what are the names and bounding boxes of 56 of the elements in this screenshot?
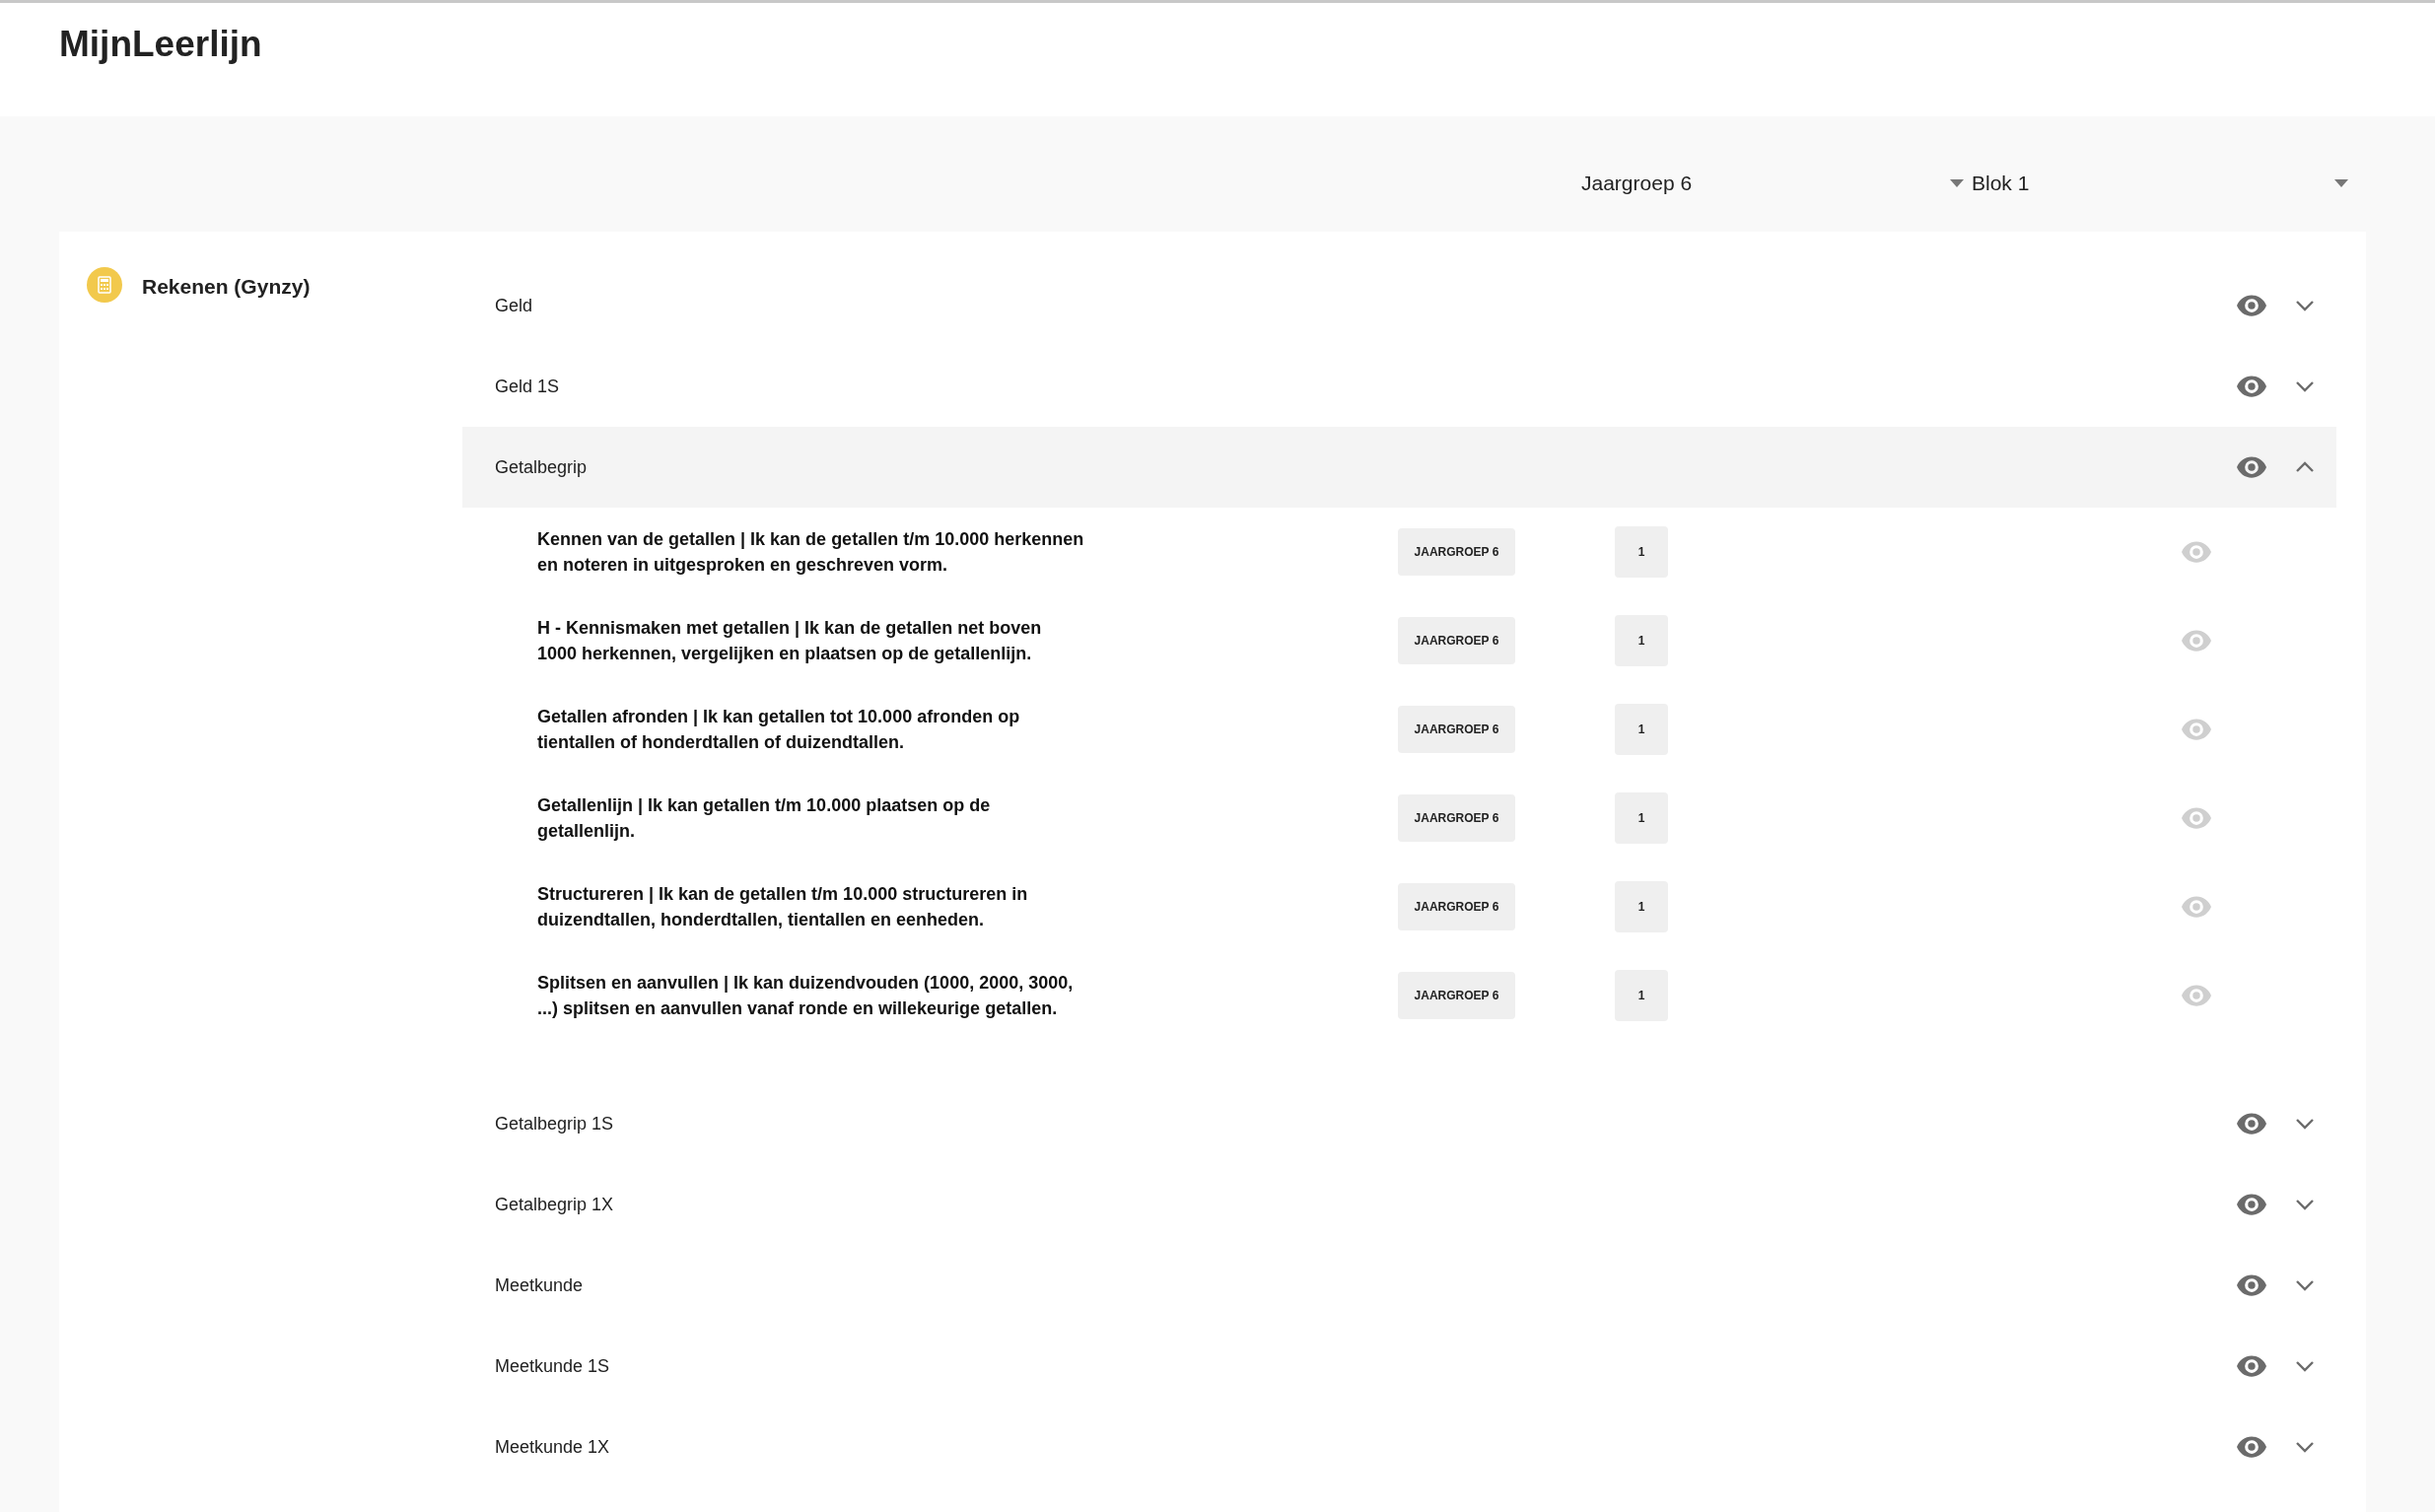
topic-label: Getalbegrip 1X [495,1193,615,1216]
group-tag: JAARGROEP 6 [1398,972,1515,1019]
chevron-down-icon[interactable] [2295,300,2315,311]
topic-label: Geld [495,294,534,317]
app-title: MijnLeerlijn [59,23,262,66]
block-tag: 1 [1615,970,1668,1021]
group-tag: JAARGROEP 6 [1398,706,1515,753]
filter-dropdown[interactable]: Blok 1 [1964,164,2348,203]
topic-label: Getalbegrip [495,455,589,479]
objective-text: H - Kennismaken met getallen | Ik kan de getallen net boven 1000 herkennen, vergelijken en plaatsen op de getallenlijn. [537,617,1043,665]
chevron-down-icon[interactable] [2295,1360,2315,1372]
topic-label: Meetkunde 1X [495,1435,611,1459]
eye-icon[interactable] [2237,376,2266,397]
objective-text: Structureren | Ik kan de getallen t/m 10.000 structureren in duizendtallen, honderdtallen, tientallen en eenheden. [537,883,1029,931]
subject-name: Rekenen (Gynzy) [142,274,311,300]
topic-row[interactable]: Meetkunde 1S [462,1326,2336,1407]
group-tag: JAARGROEP 6 [1398,528,1515,576]
topic-row[interactable]: Meetkunde [462,1245,2336,1326]
caret-icon [2334,179,2348,187]
eye-icon[interactable] [2237,295,2266,316]
filter-dropdown[interactable]: Jaargroep 6 [1581,164,1964,203]
block-tag: 1 [1615,615,1668,666]
calculator-icon [87,267,122,303]
block-tag: 1 [1615,881,1668,932]
topic-row[interactable]: Geld [462,265,2336,346]
group-tag: JAARGROEP 6 [1398,617,1515,664]
topic-label: Meetkunde 1S [495,1354,611,1378]
topic-label: Getalbegrip 1S [495,1112,615,1135]
objective-text: Splitsen en aanvullen | Ik kan duizendvouden (1000, 2000, 3000, ...) splitsen en aanvullen vanaf ronde en willekeurige getallen. [537,972,1075,1020]
objective-text: Getallenlijn | Ik kan getallen t/m 10.000 plaatsen op de getallenlijn. [537,794,992,843]
chevron-down-icon[interactable] [2295,1118,2315,1130]
topic-label: Meetkunde [495,1273,585,1297]
block-tag: 1 [1615,704,1668,755]
eye-icon[interactable] [2237,1355,2266,1377]
eye-icon[interactable] [2237,1194,2266,1215]
chevron-down-icon[interactable] [2295,1199,2315,1210]
topic-row[interactable]: Getalbegrip 1X [462,1164,2336,1245]
chevron-up-icon[interactable] [2295,461,2315,473]
topic-label: Geld 1S [495,375,561,398]
group-tag: JAARGROEP 6 [1398,794,1515,842]
chevron-down-icon[interactable] [2295,380,2315,392]
group-tag: JAARGROEP 6 [1398,883,1515,930]
eye-icon[interactable] [2237,1274,2266,1296]
eye-icon[interactable] [2237,456,2266,478]
topic-row[interactable]: Geld 1S [462,346,2336,427]
block-tag: 1 [1615,526,1668,578]
chevron-down-icon[interactable] [2295,1279,2315,1291]
objective-text: Kennen van de getallen | Ik kan de getallen t/m 10.000 herkennen en noteren in uitgesproken en geschreven vorm. [537,528,1085,577]
eye-icon[interactable] [2237,1436,2266,1458]
caret-icon [1950,179,1964,187]
eye-icon[interactable] [2237,1113,2266,1134]
objective-text: Getallen afronden | Ik kan getallen tot 10.000 afronden op tientallen of honderdtallen of duizendtallen. [537,706,1021,754]
topic-row[interactable]: Getalbegrip 1S [462,1083,2336,1164]
chevron-down-icon[interactable] [2295,1441,2315,1453]
topic-row[interactable]: Meetkunde 1X [462,1407,2336,1487]
block-tag: 1 [1615,792,1668,844]
